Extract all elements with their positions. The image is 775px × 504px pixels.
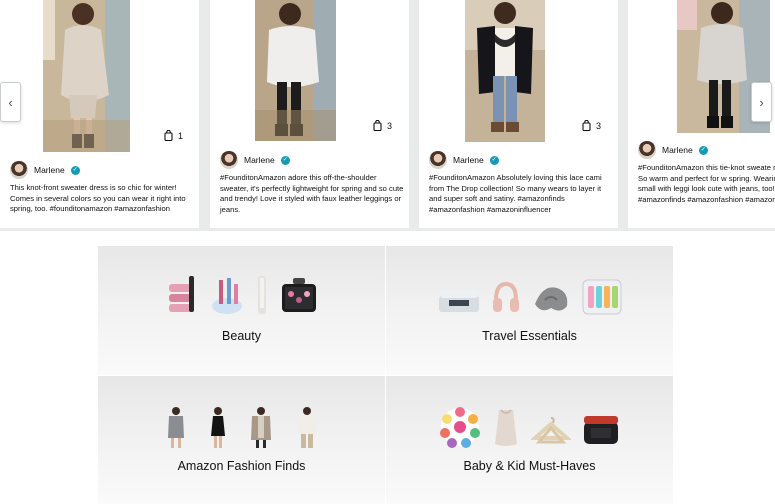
post-caption: #FounditonAmazon Absolutely loving this … — [429, 173, 602, 214]
uv-sanitizer-icon — [438, 290, 479, 312]
chevron-right-icon: › — [759, 94, 764, 110]
category-label: Travel Essentials — [482, 329, 577, 343]
chevron-left-icon: ‹ — [8, 94, 13, 110]
travel-pillow-icon — [534, 287, 567, 311]
sweater-dress-icon — [167, 407, 184, 448]
shopping-bag-icon — [582, 120, 591, 131]
category-label: Beauty — [222, 329, 261, 343]
shop-products-button[interactable]: 3 — [582, 120, 601, 131]
verified-icon: ✓ — [489, 155, 499, 165]
author-link[interactable]: Marlene ✓ — [220, 151, 290, 169]
hair-tool-icon — [257, 276, 266, 314]
headphones-icon — [492, 281, 519, 312]
category-tile-baby-kid-must-haves[interactable]: Baby & Kid Must-Haves — [386, 376, 673, 504]
verified-icon: ✓ — [70, 165, 80, 175]
curling-wand-icon — [168, 276, 194, 312]
avatar — [429, 151, 447, 169]
post-photo[interactable] — [210, 0, 409, 155]
cardigan-icon — [250, 407, 271, 448]
hair-bows-icon — [439, 407, 480, 448]
black-dress-icon — [210, 407, 225, 448]
toiletry-bottles-icon — [582, 279, 621, 315]
carousel-next-button[interactable]: › — [751, 82, 772, 122]
post-photo[interactable] — [419, 0, 618, 155]
post-card[interactable]: 3 Marlene ✓ #FounditonAmazon Absolutely … — [419, 0, 618, 228]
hangers-icon — [530, 417, 571, 444]
post-card[interactable]: 3 Marlene ✓ #FounditonAmazon adore this … — [210, 0, 409, 228]
sweater-icon — [296, 407, 317, 448]
product-count: 1 — [178, 130, 184, 141]
post-caption: This knot-front sweater dress is so chic… — [10, 183, 186, 214]
sleep-sack-icon — [494, 409, 517, 446]
makeup-case-icon — [281, 278, 316, 312]
verified-icon: ✓ — [280, 155, 290, 165]
category-tile-beauty[interactable]: Beauty — [98, 246, 385, 375]
product-count: 3 — [596, 120, 602, 131]
post-photo[interactable] — [628, 0, 775, 155]
shopping-bag-icon — [164, 130, 173, 141]
category-label: Amazon Fashion Finds — [177, 459, 306, 473]
category-label: Baby & Kid Must-Haves — [463, 459, 596, 473]
inspiration-carousel: 1 Marlene ✓ This knot-front sweater dres… — [0, 0, 775, 231]
category-tile-travel-essentials[interactable]: Travel Essentials — [386, 246, 673, 375]
shopping-bag-icon — [373, 120, 382, 131]
booster-seat-icon — [583, 416, 618, 444]
carousel-prev-button[interactable]: ‹ — [0, 82, 21, 122]
author-name: Marlene — [453, 155, 484, 165]
shop-products-button[interactable]: 1 — [164, 130, 183, 141]
author-link[interactable]: Marlene ✓ — [10, 161, 80, 179]
post-card[interactable]: 1 Marlene ✓ This knot-front sweater dres… — [0, 0, 199, 228]
product-count: 3 — [387, 120, 393, 131]
author-name: Marlene — [34, 165, 65, 175]
post-caption: #FounditonAmazon adore this off-the-shou… — [220, 173, 404, 214]
category-tile-amazon-fashion-finds[interactable]: Amazon Fashion Finds — [98, 376, 385, 504]
avatar — [220, 151, 238, 169]
verified-icon: ✓ — [698, 145, 708, 155]
avatar — [10, 161, 28, 179]
author-link[interactable]: Marlene ✓ — [638, 141, 708, 159]
brush-set-icon — [211, 278, 242, 314]
author-name: Marlene — [244, 155, 275, 165]
author-link[interactable]: Marlene ✓ — [429, 151, 499, 169]
avatar — [638, 141, 656, 159]
author-name: Marlene — [662, 145, 693, 155]
post-caption: #FounditonAmazon this tie-knot sweate my… — [638, 163, 775, 204]
shop-products-button[interactable]: 3 — [373, 120, 392, 131]
